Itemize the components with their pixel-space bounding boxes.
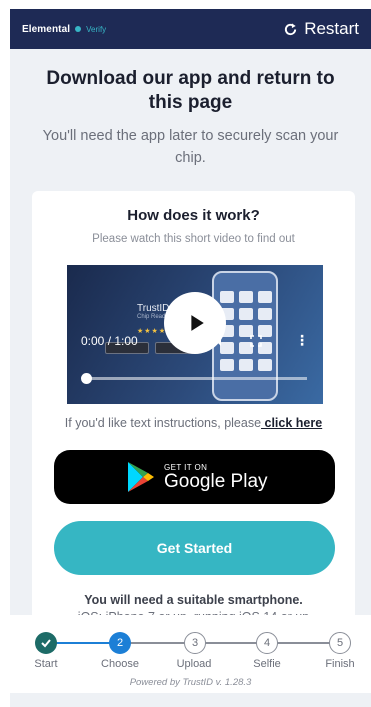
step-connector: [120, 642, 342, 644]
fullscreen-icon[interactable]: [250, 335, 262, 347]
step-label-start: Start: [34, 658, 58, 670]
page-title: Download our app and return to this page: [46, 68, 335, 113]
restart-label: Restart: [304, 19, 359, 38]
step-choose: 2: [109, 632, 131, 654]
step-finish: 5: [329, 632, 351, 654]
step-label-finish: Finish: [325, 658, 355, 670]
video-time: 0:00 / 1:00: [81, 334, 138, 348]
step-label-selfie: Selfie: [253, 658, 281, 670]
volume-icon[interactable]: [214, 335, 226, 347]
restart-icon: [285, 22, 297, 35]
video-progress-handle[interactable]: [81, 373, 92, 384]
top-bar: Elemental Verify Restart: [10, 9, 371, 49]
google-play-button[interactable]: GET IT ON Google Play: [54, 450, 335, 504]
brand-name: Elemental: [22, 23, 71, 35]
google-play-big-text: Google Play: [164, 470, 268, 492]
powered-by: Powered by TrustID v. 1.28.3: [129, 677, 252, 688]
step-label-choose: Choose: [101, 658, 139, 670]
step-start: [35, 632, 57, 654]
card-subtitle: Please watch this short video to find ou…: [92, 233, 295, 245]
step-label-upload: Upload: [176, 658, 212, 670]
get-started-button[interactable]: Get Started: [54, 521, 335, 575]
video-progress-track[interactable]: [85, 377, 307, 380]
card-title: How does it work?: [127, 207, 260, 224]
more-options-icon[interactable]: ⋮: [295, 333, 309, 347]
how-it-works-card: How does it work? Please watch this shor…: [32, 191, 355, 631]
step-selfie: 4: [256, 632, 278, 654]
instructions-prefix: If you'd like text instructions, please: [64, 416, 262, 430]
google-play-icon: [128, 462, 154, 492]
video-player[interactable]: TrustID Chip Reader ★★★★★ 0:00 / 1:00 ⋮: [67, 265, 323, 404]
click-here-link[interactable]: click here: [261, 416, 323, 430]
requirement-title: You will need a suitable smartphone.: [84, 593, 303, 607]
text-instructions: If you'd like text instructions, please …: [32, 416, 355, 430]
brand-suffix: Verify: [86, 24, 107, 34]
app-frame: Elemental Verify Restart Download our ap…: [10, 9, 371, 707]
brand-logo: Elemental Verify: [22, 24, 106, 35]
restart-button[interactable]: Restart: [283, 19, 359, 39]
step-upload: 3: [184, 632, 206, 654]
progress-footer: 2 3 4 5 Start Choose Upload Selfie Finis…: [10, 615, 371, 693]
page-subtitle: You'll need the app later to securely sc…: [42, 128, 339, 166]
play-icon: [190, 315, 204, 331]
brand-dot-icon: [75, 26, 82, 32]
check-icon: [41, 639, 51, 648]
